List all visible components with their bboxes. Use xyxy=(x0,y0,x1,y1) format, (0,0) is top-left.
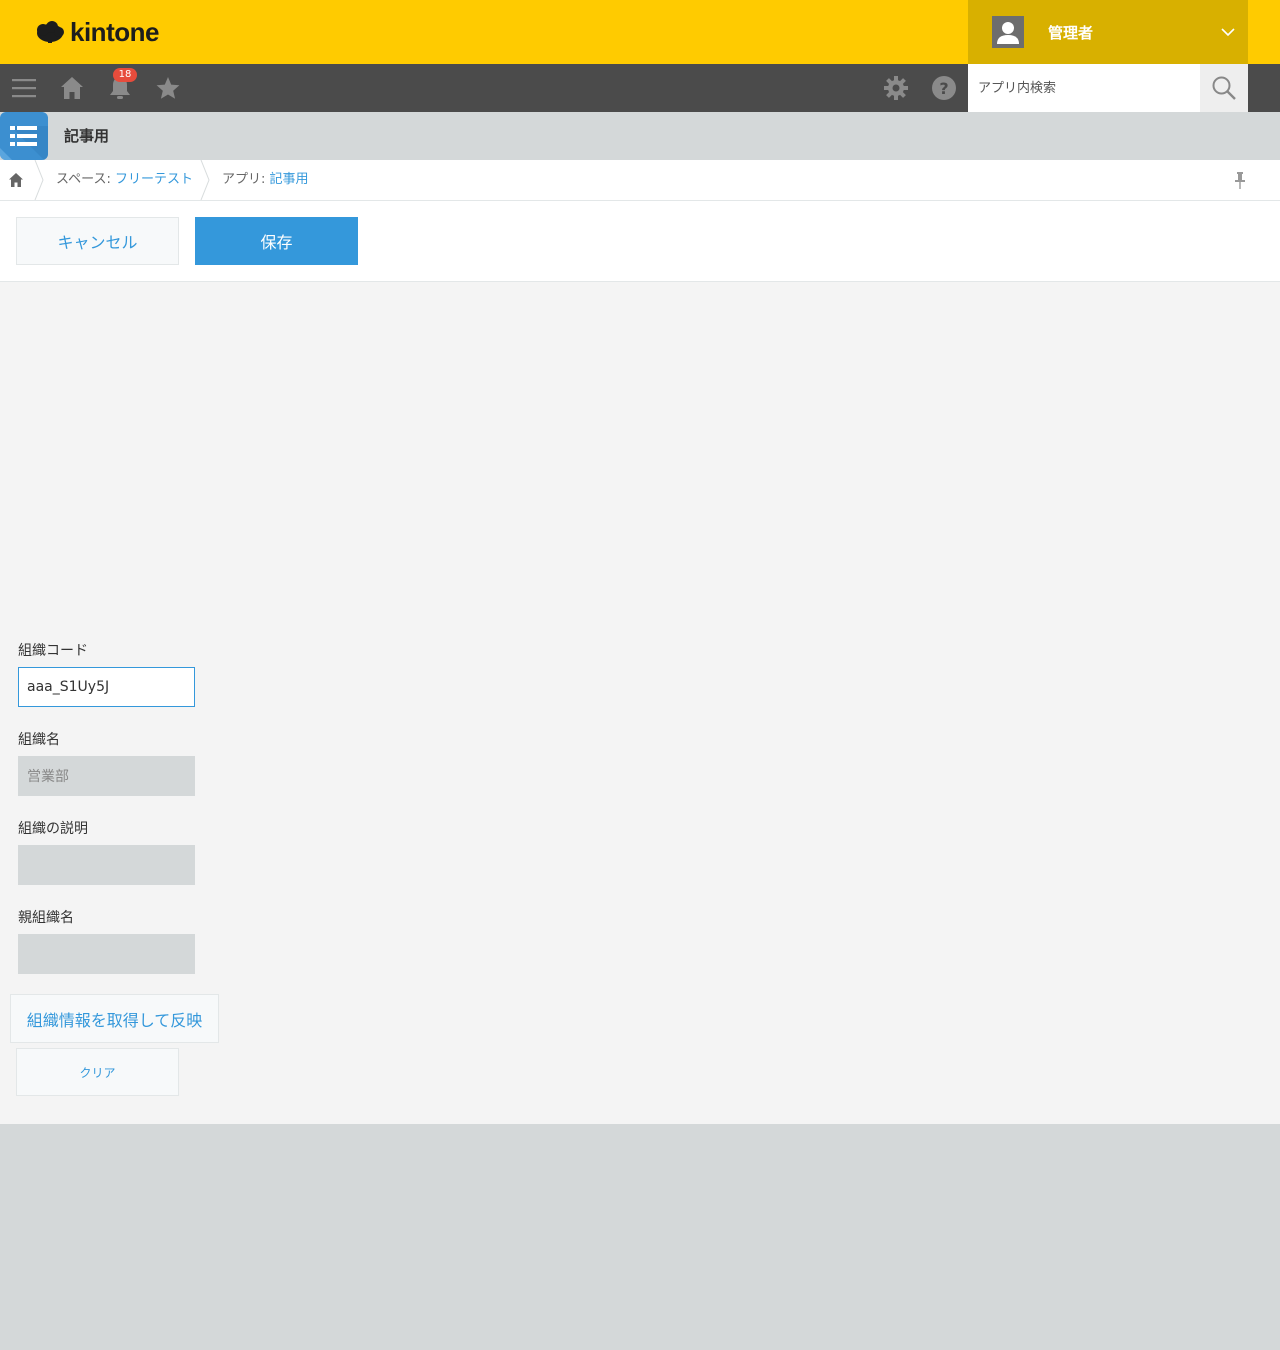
parent-org-input xyxy=(18,934,195,974)
breadcrumb-app: アプリ: 記事用 xyxy=(222,160,309,200)
search-icon xyxy=(1212,76,1236,100)
record-form: 組織コード 組織名 組織の説明 親組織名 組織情報を取得して反映 クリア xyxy=(0,282,1280,1124)
app-title-bar: 記事用 xyxy=(0,112,1280,160)
record-action-bar: キャンセル 保存 xyxy=(0,201,1280,282)
star-icon[interactable] xyxy=(144,64,192,112)
breadcrumb-space-prefix: スペース: xyxy=(56,172,115,187)
breadcrumb-space: スペース: フリーテスト xyxy=(56,160,193,200)
logo-text: kintone xyxy=(70,16,159,47)
save-button[interactable]: 保存 xyxy=(195,217,358,265)
chevron-down-icon[interactable] xyxy=(1208,0,1248,64)
app-search-input[interactable] xyxy=(968,64,1200,112)
org-code-label: 組織コード xyxy=(18,643,88,659)
cancel-button[interactable]: キャンセル xyxy=(16,217,179,265)
breadcrumb-app-link[interactable]: 記事用 xyxy=(270,172,309,187)
svg-text:?: ? xyxy=(939,79,948,98)
user-name: 管理者 xyxy=(1048,23,1094,42)
menu-icon[interactable] xyxy=(0,64,48,112)
gear-icon[interactable] xyxy=(872,64,920,112)
org-name-input xyxy=(18,756,195,796)
app-list-icon xyxy=(0,112,48,160)
kintone-logo[interactable]: kintone xyxy=(34,16,159,48)
parent-org-label: 親組織名 xyxy=(18,910,74,926)
search-button[interactable] xyxy=(1200,64,1248,112)
breadcrumb-separator-icon xyxy=(200,160,210,200)
org-description-input xyxy=(18,845,195,885)
cloud-logo-icon xyxy=(37,21,64,43)
global-header: kintone 管理者 xyxy=(0,0,1280,64)
notification-count-badge: 18 xyxy=(113,68,137,82)
breadcrumb-space-link[interactable]: フリーテスト xyxy=(115,172,193,187)
user-menu[interactable]: 管理者 xyxy=(968,0,1248,64)
help-icon[interactable]: ? xyxy=(920,64,968,112)
org-description-label: 組織の説明 xyxy=(18,821,88,837)
avatar xyxy=(992,16,1024,48)
breadcrumb: スペース: フリーテスト アプリ: 記事用 xyxy=(0,160,1280,201)
home-icon[interactable] xyxy=(6,170,26,190)
breadcrumb-app-prefix: アプリ: xyxy=(222,172,270,187)
pin-icon[interactable] xyxy=(1232,170,1248,190)
org-name-label: 組織名 xyxy=(18,732,60,748)
app-search xyxy=(968,64,1248,112)
app-title: 記事用 xyxy=(64,127,110,145)
org-code-input[interactable] xyxy=(18,667,195,707)
clear-button[interactable]: クリア xyxy=(16,1048,179,1096)
user-icon xyxy=(997,22,1019,44)
fetch-org-info-button[interactable]: 組織情報を取得して反映 xyxy=(10,994,219,1043)
breadcrumb-separator-icon xyxy=(34,160,44,200)
home-icon[interactable] xyxy=(48,64,96,112)
